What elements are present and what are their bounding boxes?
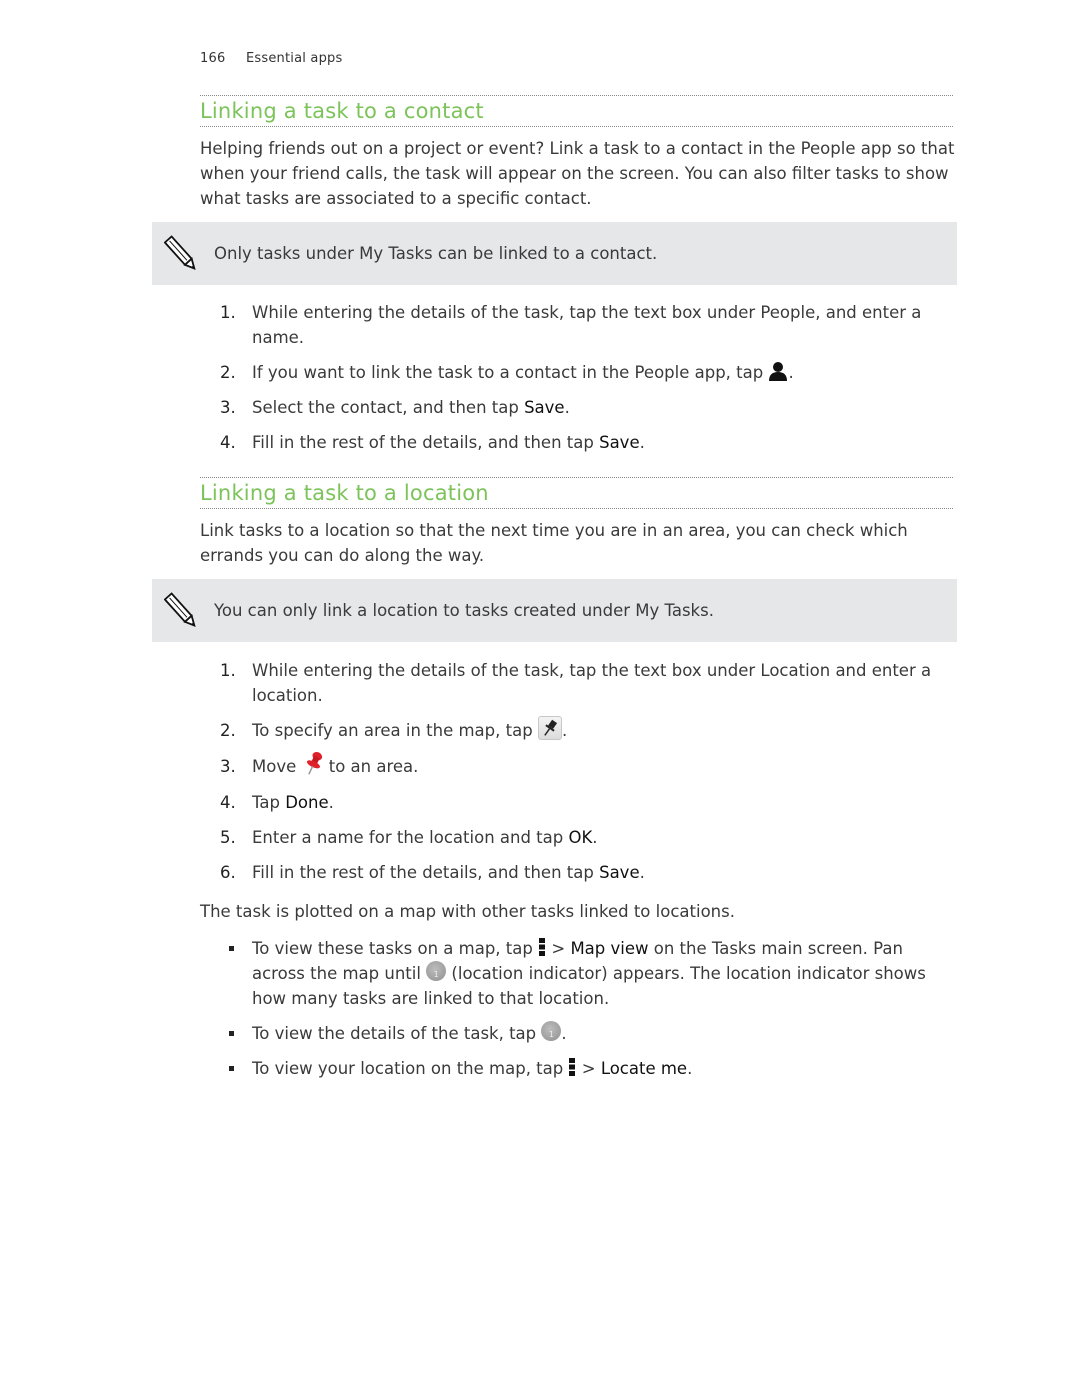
bullet-item: To view the details of the task, tap 1.	[200, 1020, 960, 1046]
step-item: 4. Tap Done.	[200, 790, 960, 815]
step-number: 3.	[220, 756, 236, 776]
contact-intro: Helping friends out on a project or even…	[200, 139, 955, 208]
step-item: 2. To specify an area in the map, tap .	[200, 715, 960, 744]
map-tips: To view these tasks on a map, tap > Map …	[200, 936, 960, 1091]
step-item: 5. Enter a name for the location and tap…	[200, 825, 960, 850]
step-text-end: .	[564, 398, 570, 417]
save-keyword: Save	[524, 398, 565, 417]
bullet-marker	[229, 1066, 234, 1071]
step-item: 1. While entering the details of the tas…	[200, 658, 960, 708]
bullet-text: To view the details of the task, tap	[252, 1024, 542, 1043]
contact-note: Only tasks under My Tasks can be linked …	[152, 222, 957, 285]
step-text-end: .	[592, 828, 598, 847]
step-item: 4. Fill in the rest of the details, and …	[200, 430, 960, 455]
bullet-text: .	[561, 1024, 567, 1043]
contact-section-heading: Linking a task to a contact	[200, 95, 953, 127]
bullet-text: To view your location on the map, tap	[252, 1059, 569, 1078]
location-indicator-icon: 1	[541, 1020, 562, 1041]
contact-section-title: Linking a task to a contact	[200, 99, 484, 123]
note-text: Only tasks under My Tasks can be linked …	[214, 244, 658, 263]
menu-icon	[539, 937, 546, 956]
step-text: Move	[252, 756, 302, 776]
step-text: While entering the details of the task, …	[252, 661, 932, 705]
step-text-end: to an area.	[323, 756, 419, 776]
bullet-text: >	[576, 1059, 601, 1078]
step-text: Tap	[252, 793, 286, 812]
step-number: 6.	[220, 863, 236, 882]
locate-me-keyword: Locate me	[600, 1059, 688, 1078]
step-text-end: .	[639, 863, 645, 882]
step-number: 3.	[220, 398, 236, 417]
location-intro: Link tasks to a location so that the nex…	[200, 521, 908, 565]
person-icon	[769, 361, 788, 381]
step-item: 3. Move to an area.	[200, 751, 960, 781]
bullet-text: To view these tasks on a map, tap	[252, 939, 539, 958]
map-view-keyword: Map view	[570, 939, 649, 958]
bullet-item: To view your location on the map, tap > …	[200, 1056, 960, 1081]
contact-steps: 1. While entering the details of the tas…	[200, 300, 960, 465]
bullet-text: .	[687, 1059, 693, 1078]
save-keyword: Save	[599, 433, 640, 452]
bullet-text: >	[546, 939, 571, 958]
location-note: You can only link a location to tasks cr…	[152, 579, 957, 642]
step-text-end: .	[639, 433, 645, 452]
note-text: You can only link a location to tasks cr…	[214, 601, 714, 620]
step-text: If you want to link the task to a contac…	[252, 363, 769, 382]
location-section-heading: Linking a task to a location	[200, 477, 953, 509]
step-number: 5.	[220, 828, 236, 847]
step-text-end: .	[788, 363, 794, 382]
red-pushpin-icon	[306, 751, 322, 775]
step-item: 1. While entering the details of the tas…	[200, 300, 960, 350]
step-item: 2. If you want to link the task to a con…	[200, 360, 960, 385]
bullet-marker	[229, 1031, 234, 1036]
step-number: 2.	[220, 363, 236, 382]
indicator-count: 1	[548, 1029, 554, 1039]
step-item: 6. Fill in the rest of the details, and …	[200, 860, 960, 885]
step-text: While entering the details of the task, …	[252, 303, 922, 347]
step-text-end: .	[328, 793, 334, 812]
map-summary: The task is plotted on a map with other …	[200, 902, 735, 921]
step-text: To specify an area in the map, tap	[252, 721, 538, 740]
step-text: Fill in the rest of the details, and the…	[252, 863, 600, 882]
pin-button-icon	[537, 715, 562, 740]
step-number: 2.	[220, 721, 236, 740]
menu-icon	[569, 1057, 576, 1076]
step-number: 1.	[220, 303, 236, 322]
section-name: Essential apps	[246, 51, 343, 66]
page-header: 166 Essential apps	[200, 51, 342, 66]
bullet-marker	[229, 946, 234, 951]
step-text: Fill in the rest of the details, and the…	[252, 433, 600, 452]
pencil-icon	[164, 235, 196, 270]
bullet-item: To view these tasks on a map, tap > Map …	[200, 936, 960, 1011]
done-keyword: Done	[285, 793, 329, 812]
pencil-icon	[164, 592, 196, 627]
location-steps: 1. While entering the details of the tas…	[200, 658, 960, 895]
step-number: 4.	[220, 793, 236, 812]
ok-keyword: OK	[568, 828, 593, 847]
step-text: Enter a name for the location and tap	[252, 828, 569, 847]
indicator-count: 1	[433, 969, 439, 979]
location-indicator-icon: 1	[426, 960, 447, 981]
step-number: 1.	[220, 661, 236, 680]
page-number: 166	[200, 51, 226, 66]
step-item: 3. Select the contact, and then tap Save…	[200, 395, 960, 420]
save-keyword: Save	[599, 863, 640, 882]
step-text: Select the contact, and then tap	[252, 398, 525, 417]
step-number: 4.	[220, 433, 236, 452]
location-section-title: Linking a task to a location	[200, 481, 489, 505]
step-text-end: .	[561, 721, 568, 740]
